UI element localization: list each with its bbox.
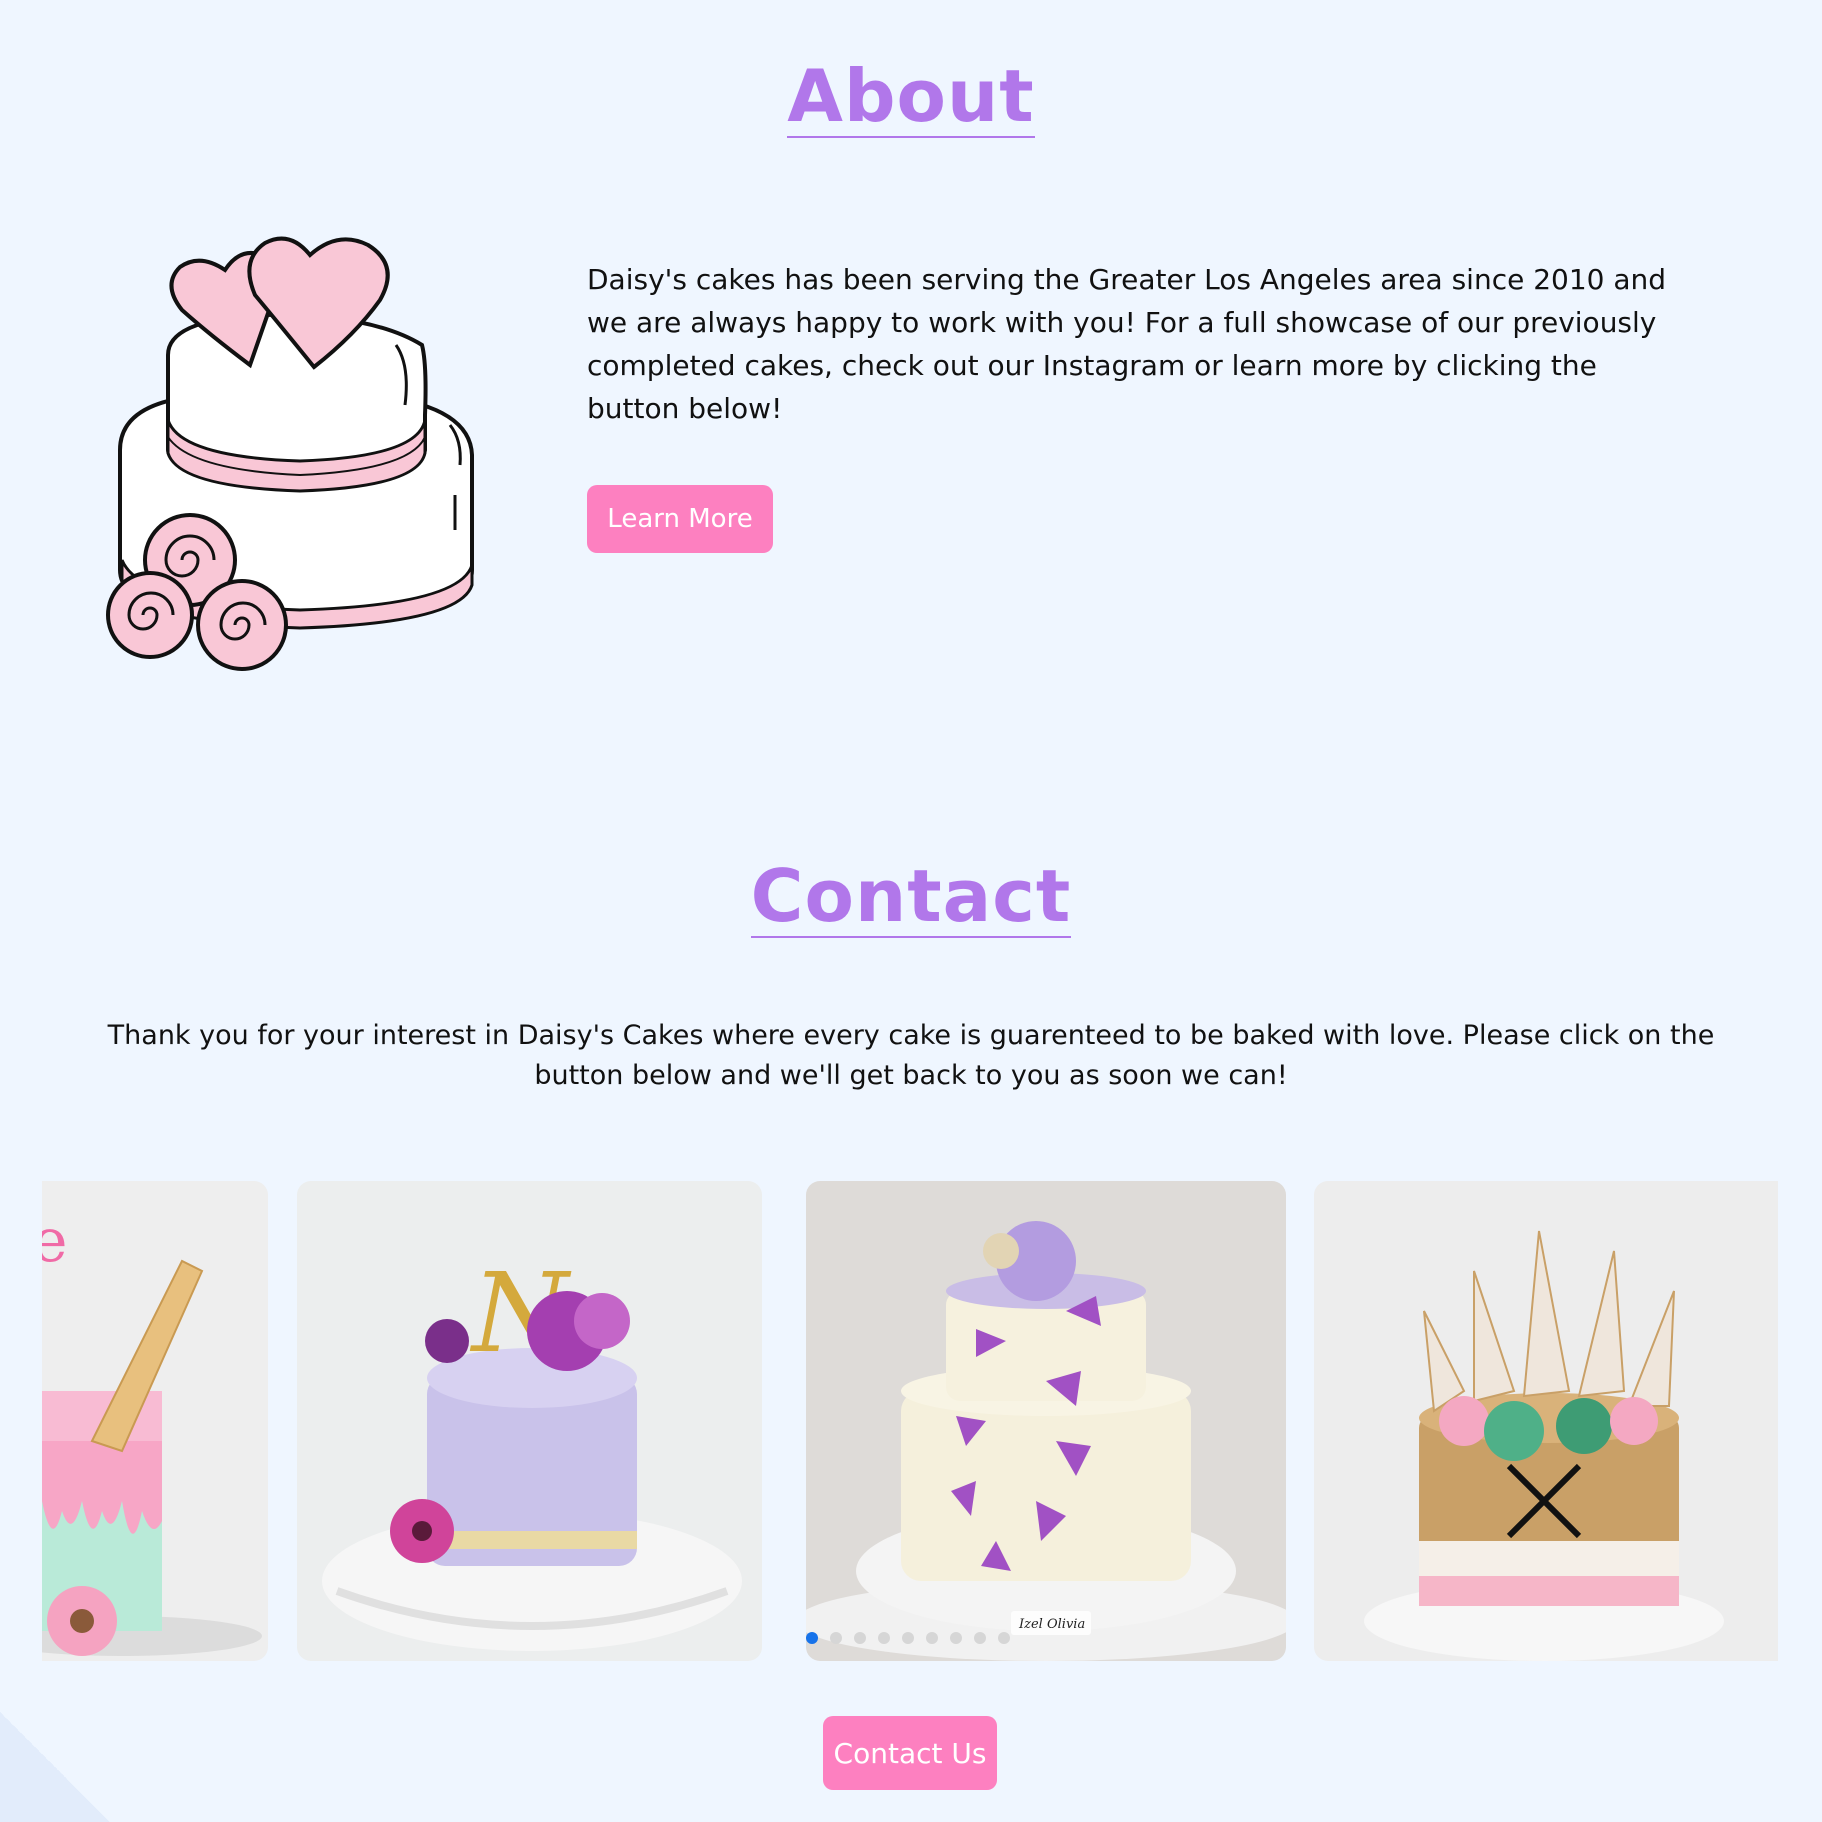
cake-plaque-text: Izel Olivia [1018,1617,1085,1632]
carousel-dots [806,1632,1010,1644]
carousel-dot[interactable] [830,1632,842,1644]
carousel-dot[interactable] [878,1632,890,1644]
cake-carousel[interactable]: e N Izel Olivia [42,1181,1778,1661]
carousel-dot[interactable] [998,1632,1010,1644]
cake-slide-donut[interactable]: e [42,1181,268,1661]
carousel-dot[interactable] [974,1632,986,1644]
cake-illustration [100,225,480,685]
carousel-dot[interactable] [806,1632,818,1644]
slide-1-deco-text: e [42,1206,68,1276]
corner-decoration [0,1712,110,1822]
contact-section-title: Contact [750,854,1072,938]
contact-us-button[interactable]: Contact Us [823,1716,997,1790]
carousel-dot[interactable] [950,1632,962,1644]
cake-slide-lavender[interactable]: N [297,1181,762,1661]
contact-description: Thank you for your interest in Daisy's C… [107,1020,1715,1091]
carousel-dot[interactable] [854,1632,866,1644]
about-section-title: About [787,54,1035,138]
carousel-dot[interactable] [926,1632,938,1644]
about-description: Daisy's cakes has been serving the Great… [587,263,1667,425]
carousel-dot[interactable] [902,1632,914,1644]
cake-slide-butterfly[interactable]: Izel Olivia [806,1181,1286,1661]
cake-slide-feather[interactable] [1314,1181,1778,1661]
learn-more-button[interactable]: Learn More [587,485,773,553]
